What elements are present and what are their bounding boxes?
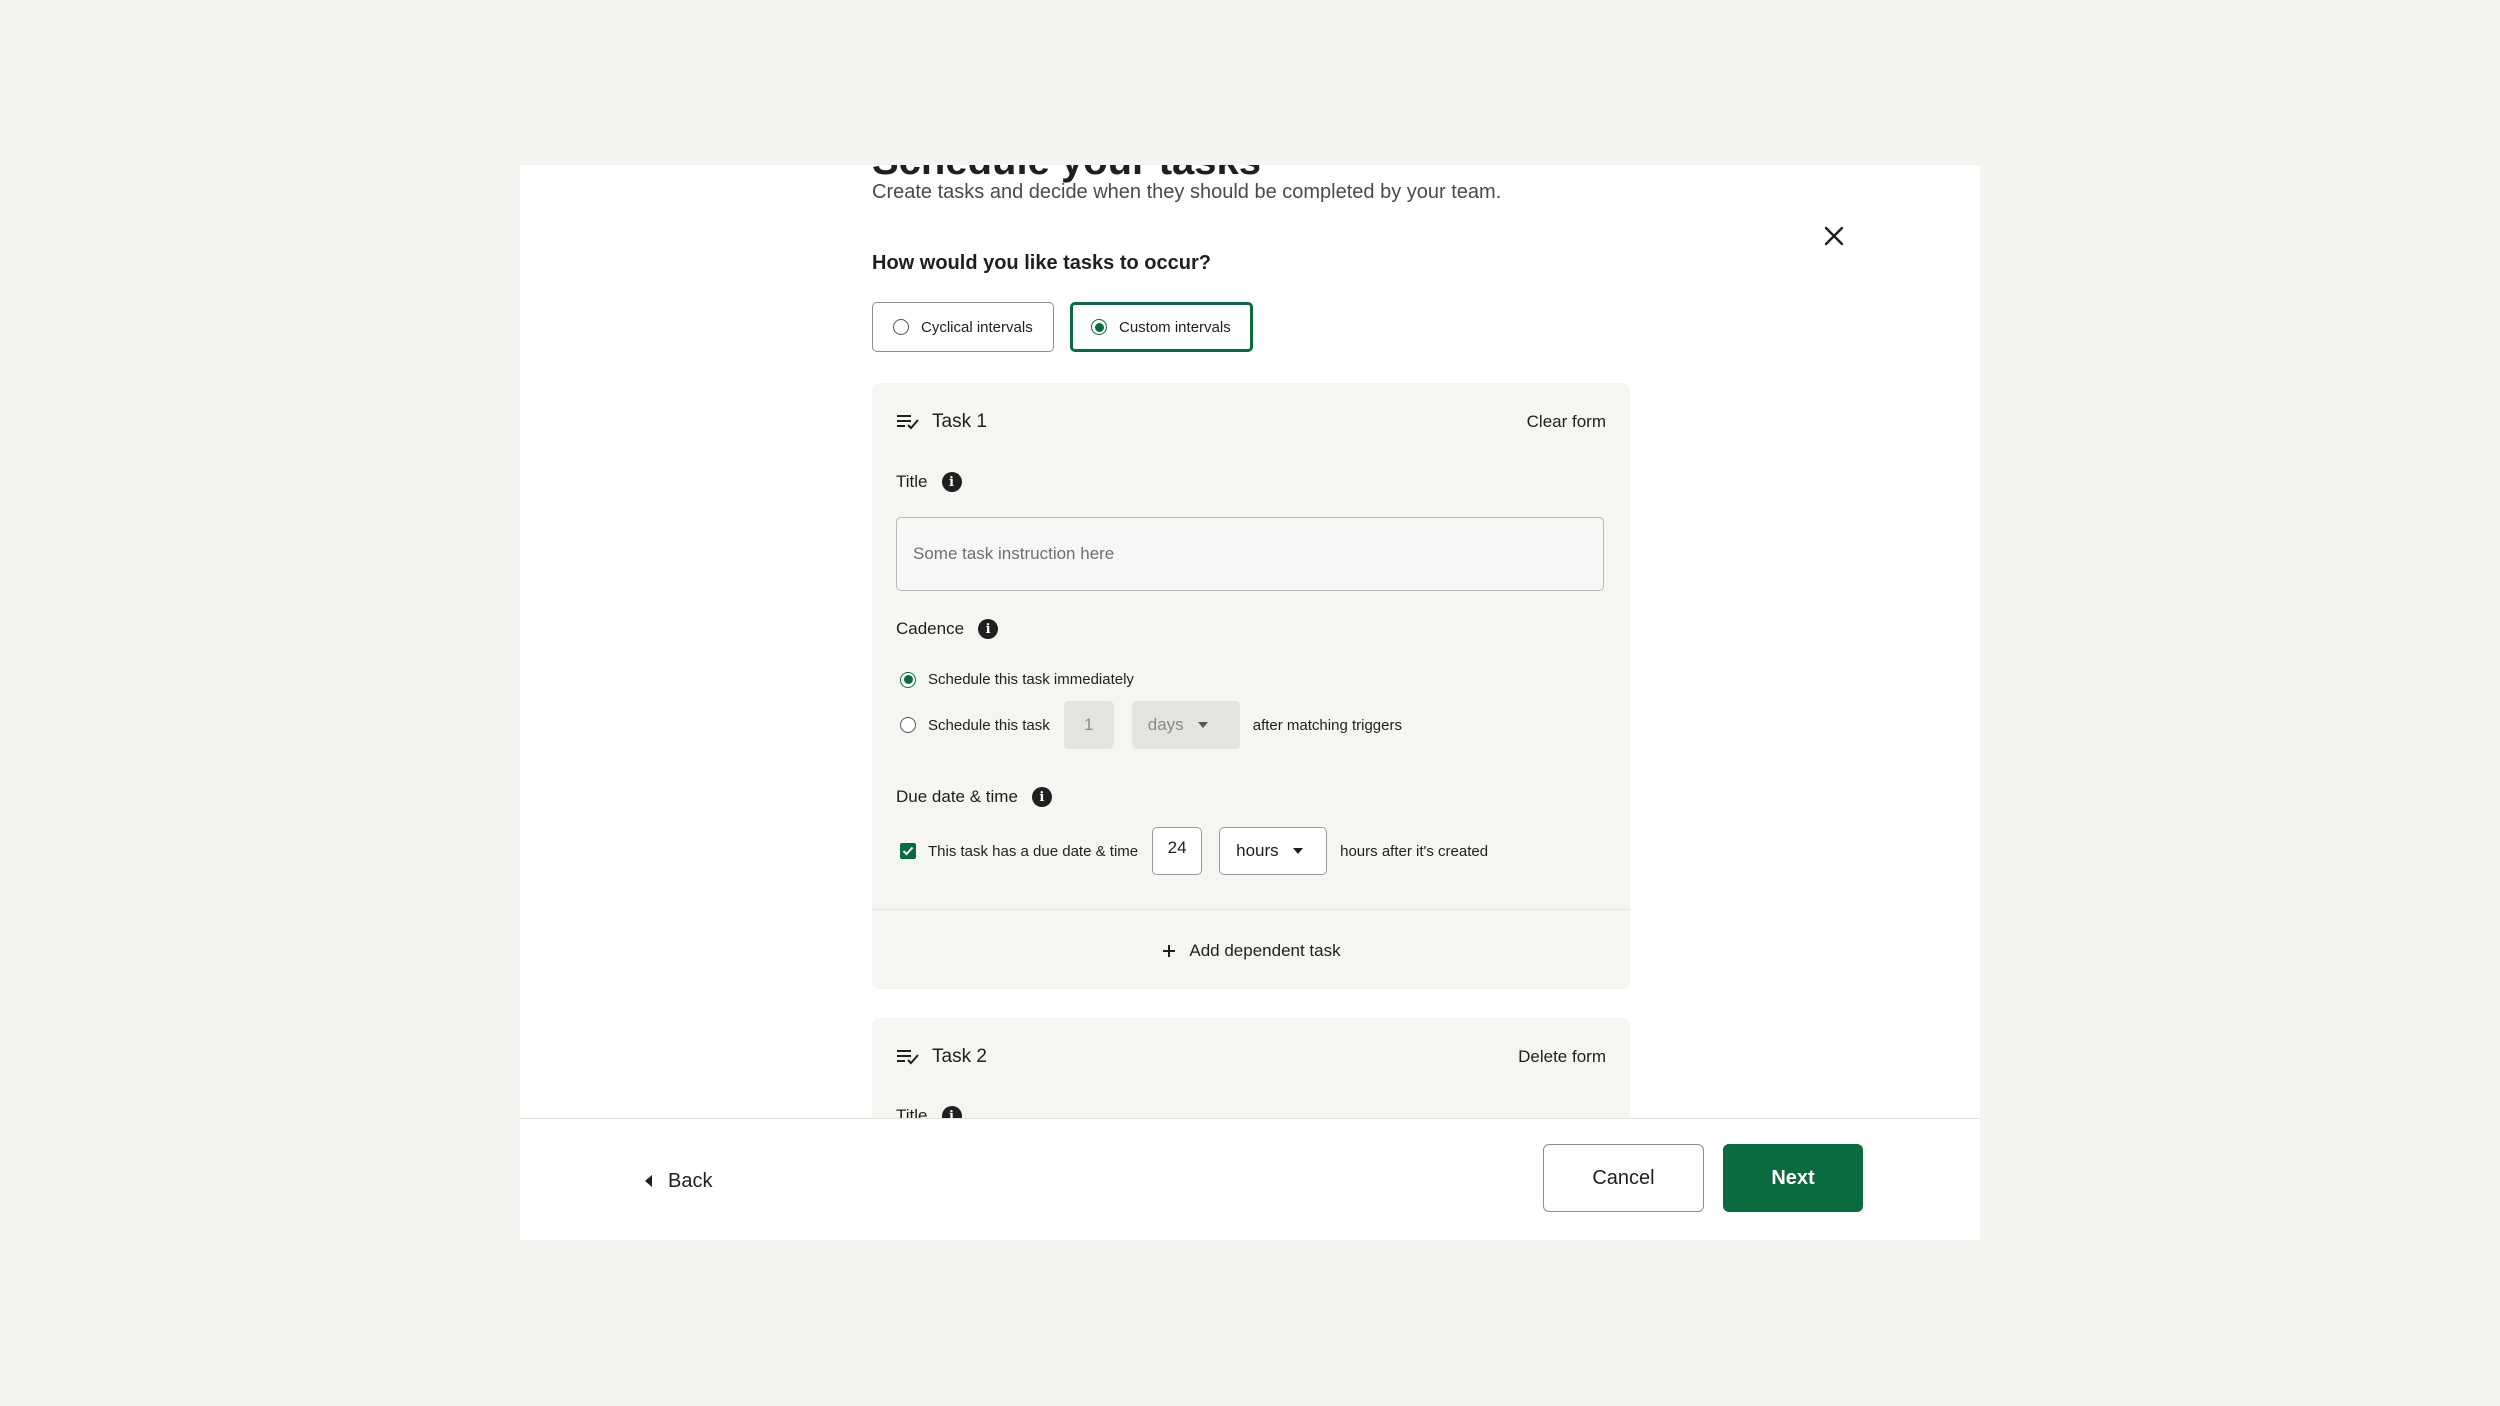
title-input[interactable]: Some task instruction here bbox=[896, 517, 1604, 591]
back-button[interactable]: Back bbox=[645, 1163, 712, 1199]
modal-subtitle: Create tasks and decide when they should… bbox=[872, 181, 1502, 203]
title-label: Title bbox=[896, 472, 928, 491]
task-card-1: Task 1 Clear form Title i Some task inst… bbox=[872, 383, 1630, 989]
due-value-input[interactable]: 24 bbox=[1152, 827, 1203, 875]
custom-label: Custom intervals bbox=[1119, 318, 1231, 336]
cadence-delayed-row[interactable]: Schedule this task 1 days after matching… bbox=[896, 701, 1402, 749]
modal-footer: Back Cancel Next bbox=[520, 1118, 1980, 1240]
due-suffix: hours after it's created bbox=[1340, 842, 1489, 860]
check-icon bbox=[902, 846, 914, 856]
due-label: Due date & time bbox=[896, 787, 1018, 806]
cadence-immediate-radio[interactable] bbox=[900, 671, 916, 688]
cadence-immediate-row[interactable]: Schedule this task immediately bbox=[896, 671, 1134, 688]
cancel-button[interactable]: Cancel bbox=[1543, 1144, 1704, 1212]
cadence-delayed-label: Schedule this task bbox=[928, 716, 1050, 734]
add-dependent-label: Add dependent task bbox=[1189, 941, 1341, 960]
title-label-row: Title i bbox=[896, 472, 962, 492]
task-1-title: Task 1 bbox=[932, 411, 987, 432]
cadence-label: Cadence bbox=[896, 619, 965, 638]
due-label-row: Due date & time i bbox=[896, 787, 1052, 807]
custom-intervals-option[interactable]: Custom intervals bbox=[1070, 302, 1253, 352]
delay-suffix: after matching triggers bbox=[1252, 716, 1402, 734]
task-list-icon bbox=[897, 1050, 919, 1065]
task-card-header: Task 2 Delete form bbox=[896, 1042, 1606, 1072]
cyclical-radio[interactable] bbox=[893, 319, 909, 335]
task-card-title: Task 2 bbox=[896, 1046, 987, 1068]
title-label: Title bbox=[896, 1106, 928, 1118]
task-2-title: Task 2 bbox=[932, 1046, 987, 1067]
back-arrow-icon bbox=[645, 1175, 652, 1187]
task-card-header: Task 1 Clear form bbox=[896, 407, 1606, 437]
cadence-immediate-label: Schedule this task immediately bbox=[928, 671, 1134, 688]
delay-value-input[interactable]: 1 bbox=[1063, 701, 1114, 749]
clear-form-link[interactable]: Clear form bbox=[1527, 412, 1606, 432]
caret-down-icon bbox=[1197, 722, 1208, 728]
due-unit-select[interactable]: hours bbox=[1219, 827, 1328, 875]
info-icon[interactable]: i bbox=[941, 1106, 962, 1118]
due-checkbox-row[interactable]: This task has a due date & time 24 hours… bbox=[896, 827, 1488, 875]
close-button[interactable] bbox=[1812, 214, 1856, 258]
cadence-delayed-radio[interactable] bbox=[900, 717, 916, 733]
due-unit-value: hours bbox=[1236, 841, 1279, 860]
delay-unit-value: days bbox=[1147, 715, 1184, 734]
add-dependent-task-button[interactable]: Add dependent task bbox=[872, 931, 1630, 971]
title-input-placeholder: Some task instruction here bbox=[913, 544, 1115, 563]
task-list-icon bbox=[897, 415, 919, 430]
delete-form-link[interactable]: Delete form bbox=[1518, 1047, 1606, 1067]
cyclical-label: Cyclical intervals bbox=[921, 318, 1033, 336]
modal-scroll-area[interactable]: Schedule your tasks Create tasks and dec… bbox=[520, 165, 1980, 1118]
card-divider bbox=[872, 909, 1630, 910]
occurrence-question: How would you like tasks to occur? bbox=[872, 252, 1211, 274]
plus-icon bbox=[1163, 945, 1176, 957]
custom-radio[interactable] bbox=[1091, 319, 1107, 335]
next-button[interactable]: Next bbox=[1723, 1144, 1863, 1212]
info-icon[interactable]: i bbox=[941, 472, 962, 492]
modal-dialog: Schedule your tasks Create tasks and dec… bbox=[520, 165, 1980, 1240]
task-card-title: Task 1 bbox=[896, 411, 987, 433]
delay-unit-select[interactable]: days bbox=[1131, 701, 1240, 749]
due-checkbox-label: This task has a due date & time bbox=[928, 842, 1139, 860]
info-icon[interactable]: i bbox=[978, 619, 999, 639]
task-card-2: Task 2 Delete form Title i bbox=[872, 1018, 1630, 1118]
close-icon bbox=[1824, 226, 1844, 246]
info-icon[interactable]: i bbox=[1031, 787, 1052, 807]
cyclical-intervals-option[interactable]: Cyclical intervals bbox=[872, 302, 1054, 352]
back-label: Back bbox=[668, 1169, 713, 1192]
due-checkbox[interactable] bbox=[900, 843, 916, 859]
caret-down-icon bbox=[1292, 848, 1303, 854]
cadence-label-row: Cadence i bbox=[896, 619, 999, 639]
title-label-row: Title i bbox=[896, 1106, 962, 1118]
